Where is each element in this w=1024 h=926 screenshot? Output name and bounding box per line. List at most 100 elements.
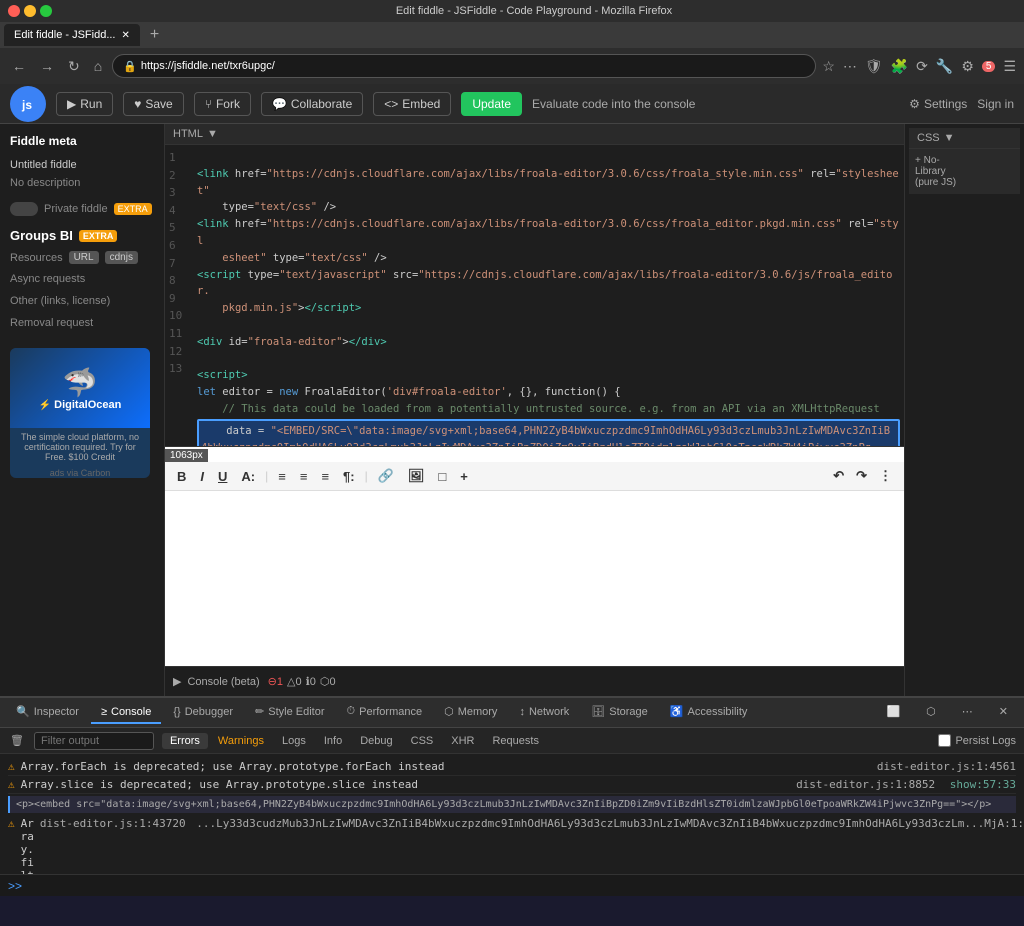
warn-source-3[interactable]: dist-editor.js:1:43720 ...Ly33d3cudzMub3… <box>40 817 1024 830</box>
log-tab-info[interactable]: Info <box>316 733 350 749</box>
cdnjs-tag[interactable]: cdnjs <box>105 251 138 264</box>
run-button[interactable]: ▶ Run <box>56 92 113 116</box>
warn-source-2[interactable]: dist-editor.js:1:8852 show:57:33 <box>796 778 1016 791</box>
storage-icon: 🗄 <box>591 705 605 718</box>
devtools-tab-style-editor[interactable]: ✏ Style Editor <box>245 701 334 724</box>
devtools-popout-button[interactable]: ⬡ <box>916 701 946 724</box>
collaborate-button[interactable]: 💬 Collaborate <box>261 92 363 116</box>
maximize-window-button[interactable] <box>40 5 52 17</box>
devtools-tab-network[interactable]: ↕ Network <box>509 702 579 724</box>
settings-button[interactable]: ⚙ Settings <box>909 97 967 111</box>
devtools-tab-memory[interactable]: ⬡ Memory <box>434 701 507 724</box>
nav-sync-icon[interactable]: ⟳ <box>916 58 928 75</box>
warn-icon-1: ⚠ <box>8 760 15 773</box>
minimize-window-button[interactable] <box>24 5 36 17</box>
memory-icon: ⬡ <box>444 705 454 718</box>
untitled-fiddle-label[interactable]: Untitled fiddle <box>10 156 154 174</box>
devtools-tab-storage[interactable]: 🗄 Storage <box>581 701 658 724</box>
log-tab-warnings[interactable]: Warnings <box>210 733 272 749</box>
video-button[interactable]: □ <box>434 467 450 486</box>
image-button[interactable]: 🖼 <box>404 466 429 486</box>
window-controls[interactable] <box>8 5 52 17</box>
log-tab-debug[interactable]: Debug <box>352 733 400 749</box>
browser-tab-active[interactable]: Edit fiddle - JSFidd... ✕ <box>4 24 140 46</box>
title-bar: Edit fiddle - JSFiddle - Code Playground… <box>0 0 1024 22</box>
log-tab-xhr[interactable]: XHR <box>443 733 482 749</box>
log-tab-css[interactable]: CSS <box>403 733 442 749</box>
nav-devtools-icon[interactable]: 🔧 <box>936 58 953 75</box>
html-dropdown-icon[interactable]: ▼ <box>207 128 218 140</box>
froala-body[interactable] <box>165 491 904 631</box>
paragraph-button[interactable]: ¶: <box>339 467 359 486</box>
forward-button[interactable]: → <box>36 56 58 76</box>
url-tag[interactable]: URL <box>69 251 99 264</box>
nav-hamburger-icon[interactable]: ☰ <box>1003 58 1016 75</box>
log-tab-requests[interactable]: Requests <box>484 733 546 749</box>
bold-button[interactable]: B <box>173 467 190 486</box>
groups-extra-badge: EXTRA <box>79 230 118 242</box>
ad-image: 🦈 ⚡ DigitalOcean <box>10 348 150 428</box>
signin-button[interactable]: Sign in <box>977 97 1014 111</box>
embed-button[interactable]: <> Embed <box>373 92 451 116</box>
warn-count: △0 <box>287 675 302 688</box>
devtools-more-button[interactable]: ⋯ <box>952 701 983 724</box>
redo-button[interactable]: ↷ <box>852 466 871 486</box>
nav-shield-icon[interactable]: 🛡 <box>865 58 883 75</box>
devtools-expand-button[interactable]: ⬜ <box>876 701 910 724</box>
devtools-tabs: 🔍 Inspector ≥ Console {} Debugger ✏ Styl… <box>0 698 1024 728</box>
console-warn-1: ⚠ Array.forEach is deprecated; use Array… <box>8 758 1016 776</box>
async-requests-item[interactable]: Async requests <box>10 270 154 288</box>
private-toggle[interactable] <box>10 202 38 216</box>
lib-selector[interactable]: + No-Library(pure JS) <box>909 149 1020 194</box>
list-button[interactable]: ≡ <box>317 467 333 486</box>
css-dropdown-icon[interactable]: ▼ <box>944 132 955 144</box>
filter-input[interactable] <box>34 732 154 750</box>
refresh-button[interactable]: ↻ <box>64 56 84 77</box>
removal-request-item[interactable]: Removal request <box>10 314 154 332</box>
undo-button[interactable]: ↶ <box>829 466 848 486</box>
close-window-button[interactable] <box>8 5 20 17</box>
tab-close-button[interactable]: ✕ <box>122 30 130 41</box>
nav-settings-icon[interactable]: ⚙ <box>961 58 974 75</box>
underline-button[interactable]: U <box>214 467 231 486</box>
font-button[interactable]: A: <box>237 467 259 486</box>
code-content[interactable]: <link href="https://cdnjs.cloudflare.com… <box>197 149 900 446</box>
italic-button[interactable]: I <box>196 467 208 486</box>
align-center-button[interactable]: ≡ <box>296 467 312 486</box>
insert-button[interactable]: + <box>456 467 472 486</box>
devtools-tab-debugger[interactable]: {} Debugger <box>163 702 243 724</box>
html-editor-header: HTML ▼ <box>165 124 904 145</box>
nav-extensions-icon[interactable]: 🧩 <box>891 58 908 75</box>
devtools-close-button[interactable]: ✕ <box>989 701 1018 724</box>
back-button[interactable]: ← <box>8 56 30 76</box>
run-icon: ▶ <box>67 97 76 111</box>
console-warn-3: ⚠ Array.filter is deprecated; use Array.… <box>8 815 1016 874</box>
no-description-label[interactable]: No description <box>10 174 154 192</box>
home-button[interactable]: ⌂ <box>90 56 106 76</box>
other-links-item[interactable]: Other (links, license) <box>10 292 154 310</box>
more-button[interactable]: ⋮ <box>875 466 896 486</box>
align-left-button[interactable]: ≡ <box>274 467 290 486</box>
devtools-tab-performance[interactable]: ⏱ Performance <box>337 701 433 724</box>
console-input[interactable] <box>22 879 1016 892</box>
clear-console-button[interactable]: 🗑 <box>8 732 26 749</box>
update-button[interactable]: Update <box>461 92 522 116</box>
persist-logs-label: Persist Logs <box>955 735 1016 747</box>
save-button[interactable]: ♥ Save <box>123 92 183 116</box>
fork-button[interactable]: ⑂ Fork <box>194 92 251 116</box>
warn-source-1[interactable]: dist-editor.js:1:4561 <box>877 760 1016 773</box>
link-button[interactable]: 🔗 <box>374 466 398 486</box>
devtools-tab-console[interactable]: ≥ Console <box>91 702 161 724</box>
devtools-tab-inspector[interactable]: 🔍 Inspector <box>6 701 89 724</box>
code-area[interactable]: 12345678910111213 <link href="https://cd… <box>165 145 904 446</box>
persist-logs-checkbox[interactable] <box>938 734 951 747</box>
warn-text-3: Array.filter is deprecated; use Array.pr… <box>21 817 34 874</box>
nav-bookmark-icon[interactable]: ☆ <box>822 58 835 75</box>
nav-menu-icon[interactable]: ⋯ <box>843 58 857 75</box>
log-tab-logs[interactable]: Logs <box>274 733 314 749</box>
url-bar[interactable]: 🔒 https://jsfiddle.net/txr6upgc/ <box>112 54 816 78</box>
devtools-tab-accessibility[interactable]: ♿ Accessibility <box>660 701 758 724</box>
performance-icon: ⏱ <box>347 705 356 718</box>
log-tab-errors[interactable]: Errors <box>162 733 208 749</box>
new-tab-button[interactable]: + <box>142 26 167 44</box>
